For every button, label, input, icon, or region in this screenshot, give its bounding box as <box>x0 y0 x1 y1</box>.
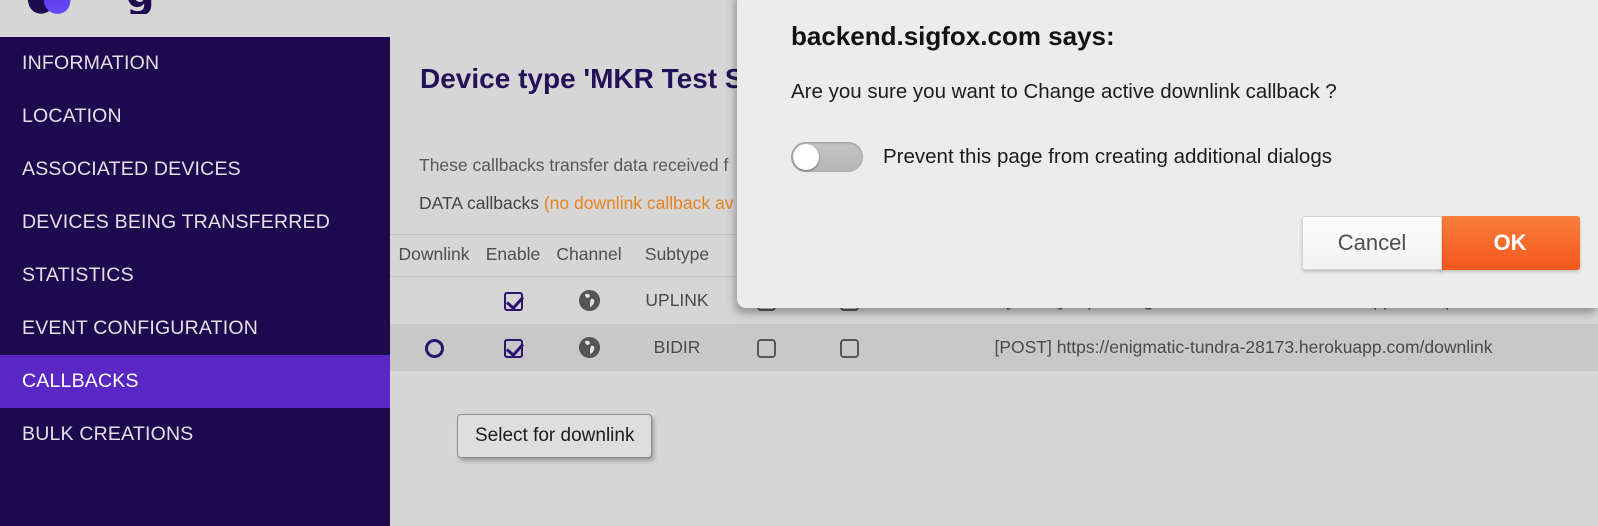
sidebar-item-label: DEVICES BEING TRANSFERRED <box>22 211 331 233</box>
sidebar-item-devices-being-transferred[interactable]: DEVICES BEING TRANSFERRED <box>0 196 390 249</box>
copy-checkbox[interactable] <box>757 338 776 358</box>
sidebar-item-information[interactable]: INFORMATION <box>0 37 390 90</box>
sidebar-item-label: ASSOCIATED DEVICES <box>22 158 241 180</box>
sidebar-item-label: CALLBACKS <box>22 370 139 392</box>
data-callbacks-label: DATA callbacks <box>419 193 544 213</box>
sidebar-item-label: LOCATION <box>22 105 122 127</box>
enable-checkbox[interactable] <box>503 338 523 358</box>
sidebar-item-label: INFORMATION <box>22 52 160 74</box>
dialog-buttons: Cancel OK <box>1302 216 1580 270</box>
downlink-tooltip: Select for downlink <box>457 414 653 458</box>
sidebar-item-associated-devices[interactable]: ASSOCIATED DEVICES <box>0 143 390 196</box>
cancel-button[interactable]: Cancel <box>1302 216 1442 270</box>
column-header-enable: Enable <box>478 234 548 277</box>
cell-enable[interactable] <box>478 277 548 325</box>
cell-channel <box>548 277 630 325</box>
toggle-knob <box>793 144 819 170</box>
sidebar-item-bulk-creations[interactable]: BULK CREATIONS <box>0 408 390 461</box>
downlink-radio[interactable] <box>424 338 444 358</box>
cell-downlink <box>390 277 478 325</box>
app-root: g INFORMATION LOCATION ASSOCIATED DEVICE… <box>0 0 1598 526</box>
sidebar: INFORMATION LOCATION ASSOCIATED DEVICES … <box>0 37 390 526</box>
sidebar-item-event-configuration[interactable]: EVENT CONFIGURATION <box>0 302 390 355</box>
column-header-downlink: Downlink <box>390 234 478 277</box>
cell-edit[interactable] <box>809 324 889 371</box>
sidebar-item-label: EVENT CONFIGURATION <box>22 317 259 339</box>
sigfox-logo-icon <box>20 0 88 18</box>
logo-wordmark: g <box>126 0 180 14</box>
enable-checkbox[interactable] <box>503 291 523 311</box>
logo-petal-right <box>41 0 77 17</box>
prevent-dialogs-toggle[interactable] <box>791 142 863 172</box>
browser-alert-dialog: backend.sigfox.com says: Are you sure yo… <box>737 0 1598 308</box>
table-row[interactable]: BIDIR [POST] https://enigmatic-tundra-28… <box>390 324 1598 371</box>
ok-button[interactable]: OK <box>1440 216 1580 270</box>
cell-channel <box>548 324 630 371</box>
dialog-message: Are you sure you want to Change active d… <box>791 80 1337 103</box>
sidebar-item-statistics[interactable]: STATISTICS <box>0 249 390 302</box>
globe-icon <box>578 336 600 359</box>
cell-url[interactable]: [POST] https://enigmatic-tundra-28173.he… <box>889 324 1598 371</box>
sidebar-item-location[interactable]: LOCATION <box>0 90 390 143</box>
cell-enable[interactable] <box>478 324 548 371</box>
tooltip-text: Select for downlink <box>475 425 635 446</box>
prevent-dialogs-row: Prevent this page from creating addition… <box>791 142 1598 172</box>
cell-downlink[interactable] <box>390 324 478 371</box>
cell-subtype: UPLINK <box>645 290 709 310</box>
logo-wordmark-glyph: g <box>126 0 155 14</box>
cell-copy[interactable] <box>724 324 809 371</box>
dialog-title: backend.sigfox.com says: <box>791 21 1115 51</box>
globe-icon <box>578 289 600 312</box>
sidebar-item-label: STATISTICS <box>22 264 134 286</box>
edit-checkbox[interactable] <box>839 338 859 358</box>
no-downlink-warning: (no downlink callback av <box>543 193 734 213</box>
column-header-subtype: Subtype <box>630 234 724 277</box>
sidebar-item-label: BULK CREATIONS <box>22 423 194 445</box>
prevent-dialogs-label: Prevent this page from creating addition… <box>883 145 1332 168</box>
column-header-channel: Channel <box>548 234 630 277</box>
cell-subtype: BIDIR <box>653 337 701 357</box>
sidebar-item-callbacks[interactable]: CALLBACKS <box>0 355 390 408</box>
